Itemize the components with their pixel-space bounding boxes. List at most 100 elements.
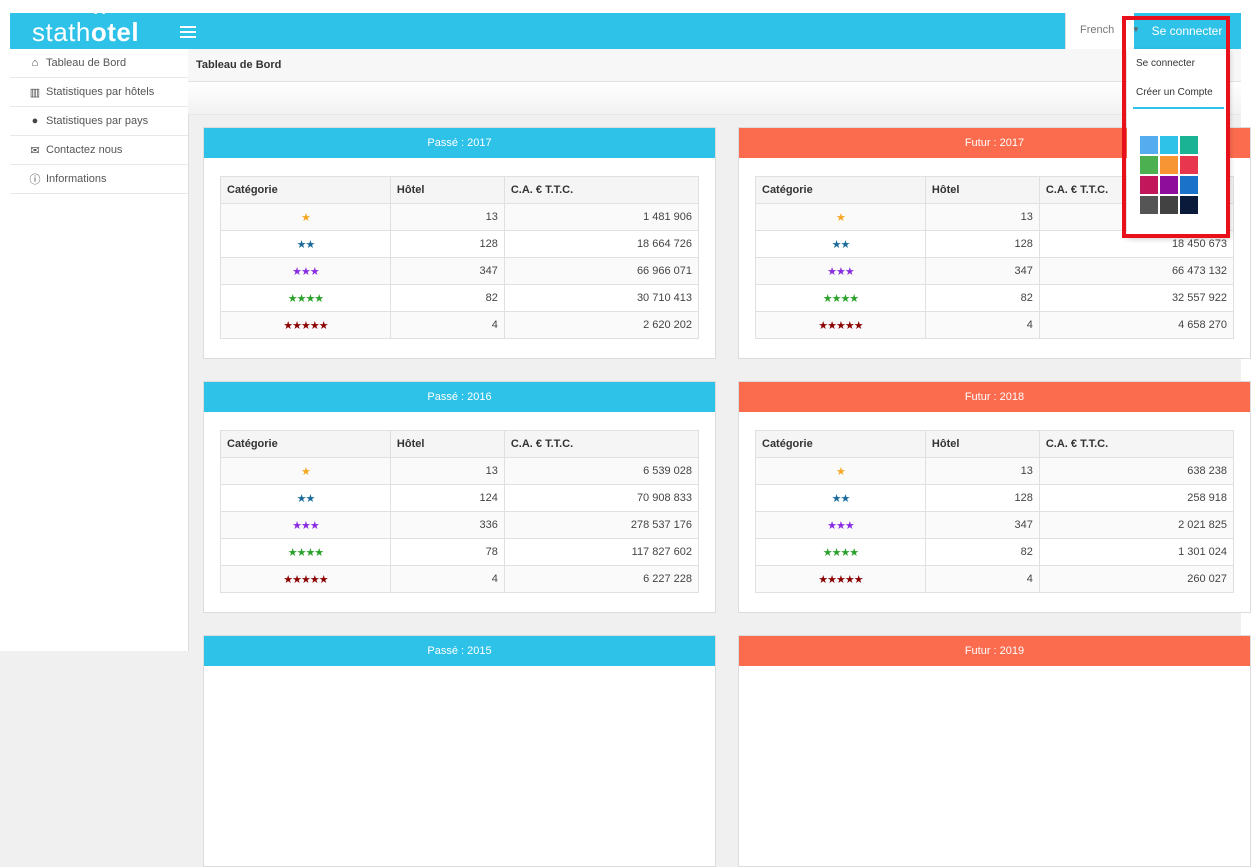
sidebar: ⌂ Tableau de Bord ▥ Statistiques par hôtels… (10, 49, 189, 651)
color-swatch[interactable] (1160, 196, 1178, 214)
star-rating: ★★★★ (220, 538, 391, 566)
revenue-value: 258 918 (1038, 484, 1235, 512)
column-header: C.A. € T.T.C. (503, 430, 700, 458)
column-header: Hôtel (924, 430, 1040, 458)
left-margin (0, 13, 10, 651)
table-header-row: Catégorie Hôtel C.A. € T.T.C. (755, 430, 1235, 458)
table-row: ★★★ 347 66 473 132 (755, 257, 1235, 285)
past-stats-panel: Passé : 2016 Catégorie Hôtel C.A. € T.T.C. ★… (203, 381, 716, 613)
hotel-count: 128 (924, 230, 1040, 258)
hotel-count: 128 (389, 230, 505, 258)
sidebar-item[interactable]: ● Statistiques par pays (10, 107, 188, 136)
star-rating: ★★ (220, 230, 391, 258)
table-row: ★★★★ 82 1 301 024 (755, 538, 1235, 566)
future-stats-panel: Futur : 2018 Catégorie Hôtel C.A. € T.T.C. ★… (738, 381, 1251, 613)
hotel-count: 4 (389, 311, 505, 339)
hotel-count: 347 (924, 511, 1040, 539)
revenue-value: 6 539 028 (503, 457, 700, 485)
sidebar-item-label: Tableau de Bord (46, 57, 127, 69)
color-swatch[interactable] (1140, 136, 1158, 154)
color-swatch[interactable] (1140, 196, 1158, 214)
hotel-count: 124 (389, 484, 505, 512)
star-rating: ★★★ (755, 511, 926, 539)
language-select[interactable]: French ▼ (1065, 13, 1140, 49)
table-row: ★★★★ 82 32 557 922 (755, 284, 1235, 312)
sidebar-item[interactable]: ⓘ Informations (10, 165, 188, 194)
color-swatch[interactable] (1140, 176, 1158, 194)
table-row: ★★★★★ 4 4 658 270 (755, 311, 1235, 339)
hamburger-menu-icon[interactable] (180, 23, 196, 41)
star-rating: ★★★★ (755, 538, 926, 566)
hotel-count: 4 (924, 311, 1040, 339)
dropdown-divider (1133, 107, 1224, 109)
column-header: Hôtel (389, 176, 505, 204)
revenue-value: 638 238 (1038, 457, 1235, 485)
table-row: ★★ 128 258 918 (755, 484, 1235, 512)
table-row: ★★★★ 78 117 827 602 (220, 538, 700, 566)
table-row: ★★★★ 82 30 710 413 (220, 284, 700, 312)
revenue-value: 30 710 413 (503, 284, 700, 312)
stats-table: Catégorie Hôtel C.A. € T.T.C. ★ 13 638 238 ★★ 1… (755, 430, 1235, 593)
connect-button[interactable]: Se connecter (1141, 13, 1233, 49)
stats-table: Catégorie Hôtel C.A. € T.T.C. ★ 13 6 539 028 ★… (220, 430, 700, 593)
table-row: ★★★★★ 4 2 620 202 (220, 311, 700, 339)
star-rating: ★★★★ (220, 284, 391, 312)
column-header: C.A. € T.T.C. (1038, 430, 1235, 458)
toolbar-strip (188, 82, 1241, 115)
sidebar-item[interactable]: ✉ Contactez nous (10, 136, 188, 165)
star-rating: ★ (220, 203, 391, 231)
star-rating: ★★★ (220, 511, 391, 539)
revenue-value: 70 908 833 (503, 484, 700, 512)
sidebar-item[interactable]: ▥ Statistiques par hôtels (10, 78, 188, 107)
bar-chart-icon: ▥ (29, 86, 41, 99)
color-swatch[interactable] (1180, 196, 1198, 214)
hotel-count: 4 (389, 565, 505, 593)
info-icon: ⓘ (29, 174, 41, 186)
color-swatch[interactable] (1160, 156, 1178, 174)
panel-title: Passé : 2016 (204, 382, 715, 412)
stats-table: Catégorie Hôtel C.A. € T.T.C. ★ 13 1 481 906 ★… (220, 176, 700, 339)
hotel-count: 82 (389, 284, 505, 312)
panel-title: Futur : 2019 (739, 636, 1250, 666)
past-stats-panel: Passé : 2015 (203, 635, 716, 867)
column-header: Hôtel (389, 430, 505, 458)
revenue-value: 1 481 906 (503, 203, 700, 231)
panel-title: Passé : 2017 (204, 128, 715, 158)
table-row: ★★★★★ 4 260 027 (755, 565, 1235, 593)
chevron-down-icon: ▼ (1132, 25, 1140, 34)
dropdown-item-login[interactable]: Se connecter (1127, 50, 1230, 78)
logo[interactable]: stathotel (32, 2, 139, 48)
column-header: C.A. € T.T.C. (503, 176, 700, 204)
star-rating: ★ (755, 203, 926, 231)
breadcrumb: Tableau de Bord (188, 49, 1241, 82)
home-icon: ⌂ (31, 57, 39, 69)
hotel-count: 13 (389, 203, 505, 231)
hotel-count: 13 (389, 457, 505, 485)
table-header-row: Catégorie Hôtel C.A. € T.T.C. (220, 176, 700, 204)
star-rating: ★★★★★ (220, 311, 391, 339)
color-swatch[interactable] (1140, 156, 1158, 174)
sidebar-item[interactable]: ⌂ Tableau de Bord (10, 49, 188, 78)
color-swatch[interactable] (1180, 176, 1198, 194)
column-header: Catégorie (755, 430, 926, 458)
hotel-count: 347 (924, 257, 1040, 285)
star-rating: ★★★★★ (755, 565, 926, 593)
future-stats-panel: Futur : 2019 (738, 635, 1251, 867)
table-row: ★ 13 1 481 906 (220, 203, 700, 231)
sidebar-item-label: Statistiques par pays (46, 115, 149, 127)
dropdown-item-register[interactable]: Créer un Compte (1127, 79, 1230, 107)
color-swatch[interactable] (1160, 136, 1178, 154)
revenue-value: 278 537 176 (503, 511, 700, 539)
star-rating: ★★★ (220, 257, 391, 285)
color-swatch[interactable] (1180, 156, 1198, 174)
revenue-value: 117 827 602 (503, 538, 700, 566)
star-rating: ★ (755, 457, 926, 485)
color-swatch[interactable] (1180, 136, 1198, 154)
language-value: French (1080, 24, 1115, 36)
panel-title: Futur : 2018 (739, 382, 1250, 412)
table-header-row: Catégorie Hôtel C.A. € T.T.C. (220, 430, 700, 458)
revenue-value: 66 473 132 (1038, 257, 1235, 285)
hotel-count: 347 (389, 257, 505, 285)
color-swatch[interactable] (1160, 176, 1178, 194)
hotel-count: 4 (924, 565, 1040, 593)
